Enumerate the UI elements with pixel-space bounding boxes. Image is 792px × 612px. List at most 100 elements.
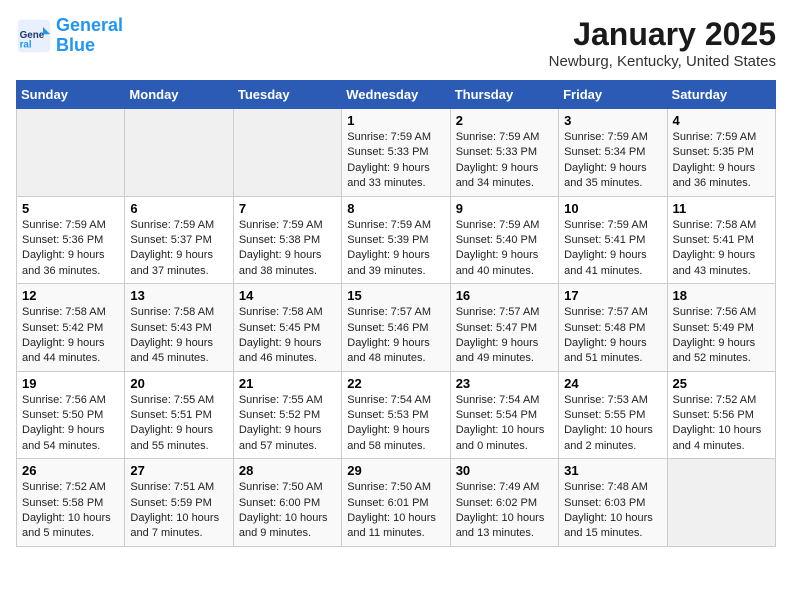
day-number: 15 xyxy=(347,288,444,303)
logo: Gene ral General Blue xyxy=(16,16,123,56)
day-info: Sunrise: 7:52 AM Sunset: 5:58 PM Dayligh… xyxy=(22,480,119,542)
day-number: 22 xyxy=(347,376,444,391)
day-number: 17 xyxy=(564,288,661,303)
calendar-cell: 27Sunrise: 7:51 AM Sunset: 5:59 PM Dayli… xyxy=(125,459,233,547)
day-info: Sunrise: 7:59 AM Sunset: 5:36 PM Dayligh… xyxy=(22,218,119,280)
day-number: 11 xyxy=(673,201,770,216)
calendar-cell: 6Sunrise: 7:59 AM Sunset: 5:37 PM Daylig… xyxy=(125,196,233,284)
calendar-cell: 5 Sunrise: 7:59 AM Sunset: 5:36 PM Daylig… xyxy=(17,196,125,284)
day-info: Sunrise: 7:58 AM Sunset: 5:45 PM Dayligh… xyxy=(239,305,336,367)
day-info: Sunrise: 7:58 AM Sunset: 5:43 PM Dayligh… xyxy=(130,305,227,367)
calendar-cell: 1 Sunrise: 7:59 AM Sunset: 5:33 PM Daylig… xyxy=(342,109,450,197)
day-number: 10 xyxy=(564,201,661,216)
calendar-cell: 24 Sunrise: 7:53 AM Sunset: 5:55 PM Dayli… xyxy=(559,371,667,459)
day-info: Sunrise: 7:58 AM Sunset: 5:42 PM Dayligh… xyxy=(22,305,119,367)
day-number: 19 xyxy=(22,376,119,391)
calendar-cell: 17 Sunrise: 7:57 AM Sunset: 5:48 PM Dayli… xyxy=(559,284,667,372)
header-row: SundayMondayTuesdayWednesdayThursdayFrid… xyxy=(17,81,776,109)
day-info: Sunrise: 7:55 AM Sunset: 5:51 PM Dayligh… xyxy=(130,393,227,455)
calendar-cell: 18Sunrise: 7:56 AM Sunset: 5:49 PM Dayli… xyxy=(667,284,775,372)
day-info: Sunrise: 7:59 AM Sunset: 5:37 PM Dayligh… xyxy=(130,218,227,280)
day-number: 4 xyxy=(673,113,770,128)
day-number: 25 xyxy=(673,376,770,391)
week-row-3: 12 Sunrise: 7:58 AM Sunset: 5:42 PM Dayli… xyxy=(17,284,776,372)
day-number: 28 xyxy=(239,463,336,478)
calendar-cell xyxy=(233,109,341,197)
day-info: Sunrise: 7:59 AM Sunset: 5:34 PM Dayligh… xyxy=(564,130,661,192)
day-number: 20 xyxy=(130,376,227,391)
main-title: January 2025 xyxy=(549,16,776,53)
day-number: 31 xyxy=(564,463,661,478)
header: Gene ral General Blue January 2025 Newbu… xyxy=(16,16,776,70)
calendar-cell: 19 Sunrise: 7:56 AM Sunset: 5:50 PM Dayli… xyxy=(17,371,125,459)
calendar-cell: 8 Sunrise: 7:59 AM Sunset: 5:39 PM Daylig… xyxy=(342,196,450,284)
day-number: 26 xyxy=(22,463,119,478)
calendar-cell: 31Sunrise: 7:48 AM Sunset: 6:03 PM Dayli… xyxy=(559,459,667,547)
calendar-cell: 3Sunrise: 7:59 AM Sunset: 5:34 PM Daylig… xyxy=(559,109,667,197)
svg-text:ral: ral xyxy=(20,39,32,50)
day-number: 2 xyxy=(456,113,553,128)
week-row-2: 5 Sunrise: 7:59 AM Sunset: 5:36 PM Daylig… xyxy=(17,196,776,284)
calendar-cell: 15 Sunrise: 7:57 AM Sunset: 5:46 PM Dayli… xyxy=(342,284,450,372)
day-number: 16 xyxy=(456,288,553,303)
header-sunday: Sunday xyxy=(17,81,125,109)
calendar-cell: 30Sunrise: 7:49 AM Sunset: 6:02 PM Dayli… xyxy=(450,459,558,547)
day-info: Sunrise: 7:55 AM Sunset: 5:52 PM Dayligh… xyxy=(239,393,336,455)
calendar-cell: 13 Sunrise: 7:58 AM Sunset: 5:43 PM Dayli… xyxy=(125,284,233,372)
header-wednesday: Wednesday xyxy=(342,81,450,109)
header-saturday: Saturday xyxy=(667,81,775,109)
day-info: Sunrise: 7:59 AM Sunset: 5:41 PM Dayligh… xyxy=(564,218,661,280)
day-number: 29 xyxy=(347,463,444,478)
calendar-cell: 2 Sunrise: 7:59 AM Sunset: 5:33 PM Daylig… xyxy=(450,109,558,197)
calendar-cell: 25 Sunrise: 7:52 AM Sunset: 5:56 PM Dayli… xyxy=(667,371,775,459)
calendar-body: 1 Sunrise: 7:59 AM Sunset: 5:33 PM Daylig… xyxy=(17,109,776,547)
day-info: Sunrise: 7:59 AM Sunset: 5:33 PM Dayligh… xyxy=(347,130,444,192)
day-info: Sunrise: 7:57 AM Sunset: 5:48 PM Dayligh… xyxy=(564,305,661,367)
week-row-1: 1 Sunrise: 7:59 AM Sunset: 5:33 PM Daylig… xyxy=(17,109,776,197)
calendar-cell: 14 Sunrise: 7:58 AM Sunset: 5:45 PM Dayli… xyxy=(233,284,341,372)
day-info: Sunrise: 7:49 AM Sunset: 6:02 PM Dayligh… xyxy=(456,480,553,542)
calendar-cell: 4 Sunrise: 7:59 AM Sunset: 5:35 PM Daylig… xyxy=(667,109,775,197)
week-row-4: 19 Sunrise: 7:56 AM Sunset: 5:50 PM Dayli… xyxy=(17,371,776,459)
day-info: Sunrise: 7:59 AM Sunset: 5:35 PM Dayligh… xyxy=(673,130,770,192)
day-number: 1 xyxy=(347,113,444,128)
day-number: 24 xyxy=(564,376,661,391)
calendar-cell: 12 Sunrise: 7:58 AM Sunset: 5:42 PM Dayli… xyxy=(17,284,125,372)
calendar-cell: 28 Sunrise: 7:50 AM Sunset: 6:00 PM Dayli… xyxy=(233,459,341,547)
calendar-cell: 11 Sunrise: 7:58 AM Sunset: 5:41 PM Dayli… xyxy=(667,196,775,284)
header-monday: Monday xyxy=(125,81,233,109)
day-info: Sunrise: 7:50 AM Sunset: 6:01 PM Dayligh… xyxy=(347,480,444,542)
day-info: Sunrise: 7:59 AM Sunset: 5:39 PM Dayligh… xyxy=(347,218,444,280)
logo-icon: Gene ral xyxy=(16,18,52,54)
day-number: 13 xyxy=(130,288,227,303)
calendar-cell xyxy=(667,459,775,547)
day-number: 5 xyxy=(22,201,119,216)
calendar-cell: 26 Sunrise: 7:52 AM Sunset: 5:58 PM Dayli… xyxy=(17,459,125,547)
day-number: 14 xyxy=(239,288,336,303)
day-info: Sunrise: 7:50 AM Sunset: 6:00 PM Dayligh… xyxy=(239,480,336,542)
day-info: Sunrise: 7:57 AM Sunset: 5:46 PM Dayligh… xyxy=(347,305,444,367)
calendar-cell: 23Sunrise: 7:54 AM Sunset: 5:54 PM Dayli… xyxy=(450,371,558,459)
calendar-cell: 9Sunrise: 7:59 AM Sunset: 5:40 PM Daylig… xyxy=(450,196,558,284)
day-info: Sunrise: 7:59 AM Sunset: 5:33 PM Dayligh… xyxy=(456,130,553,192)
calendar-cell xyxy=(17,109,125,197)
calendar-cell: 10 Sunrise: 7:59 AM Sunset: 5:41 PM Dayli… xyxy=(559,196,667,284)
day-number: 8 xyxy=(347,201,444,216)
header-tuesday: Tuesday xyxy=(233,81,341,109)
day-info: Sunrise: 7:56 AM Sunset: 5:50 PM Dayligh… xyxy=(22,393,119,455)
calendar-cell xyxy=(125,109,233,197)
calendar-header: SundayMondayTuesdayWednesdayThursdayFrid… xyxy=(17,81,776,109)
day-info: Sunrise: 7:53 AM Sunset: 5:55 PM Dayligh… xyxy=(564,393,661,455)
header-thursday: Thursday xyxy=(450,81,558,109)
day-info: Sunrise: 7:52 AM Sunset: 5:56 PM Dayligh… xyxy=(673,393,770,455)
calendar-cell: 20 Sunrise: 7:55 AM Sunset: 5:51 PM Dayli… xyxy=(125,371,233,459)
day-number: 12 xyxy=(22,288,119,303)
logo-text: General Blue xyxy=(56,16,123,56)
day-info: Sunrise: 7:59 AM Sunset: 5:38 PM Dayligh… xyxy=(239,218,336,280)
day-number: 18 xyxy=(673,288,770,303)
subtitle: Newburg, Kentucky, United States xyxy=(549,53,776,70)
day-info: Sunrise: 7:58 AM Sunset: 5:41 PM Dayligh… xyxy=(673,218,770,280)
day-number: 23 xyxy=(456,376,553,391)
calendar-cell: 22Sunrise: 7:54 AM Sunset: 5:53 PM Dayli… xyxy=(342,371,450,459)
calendar-table: SundayMondayTuesdayWednesdayThursdayFrid… xyxy=(16,80,776,547)
